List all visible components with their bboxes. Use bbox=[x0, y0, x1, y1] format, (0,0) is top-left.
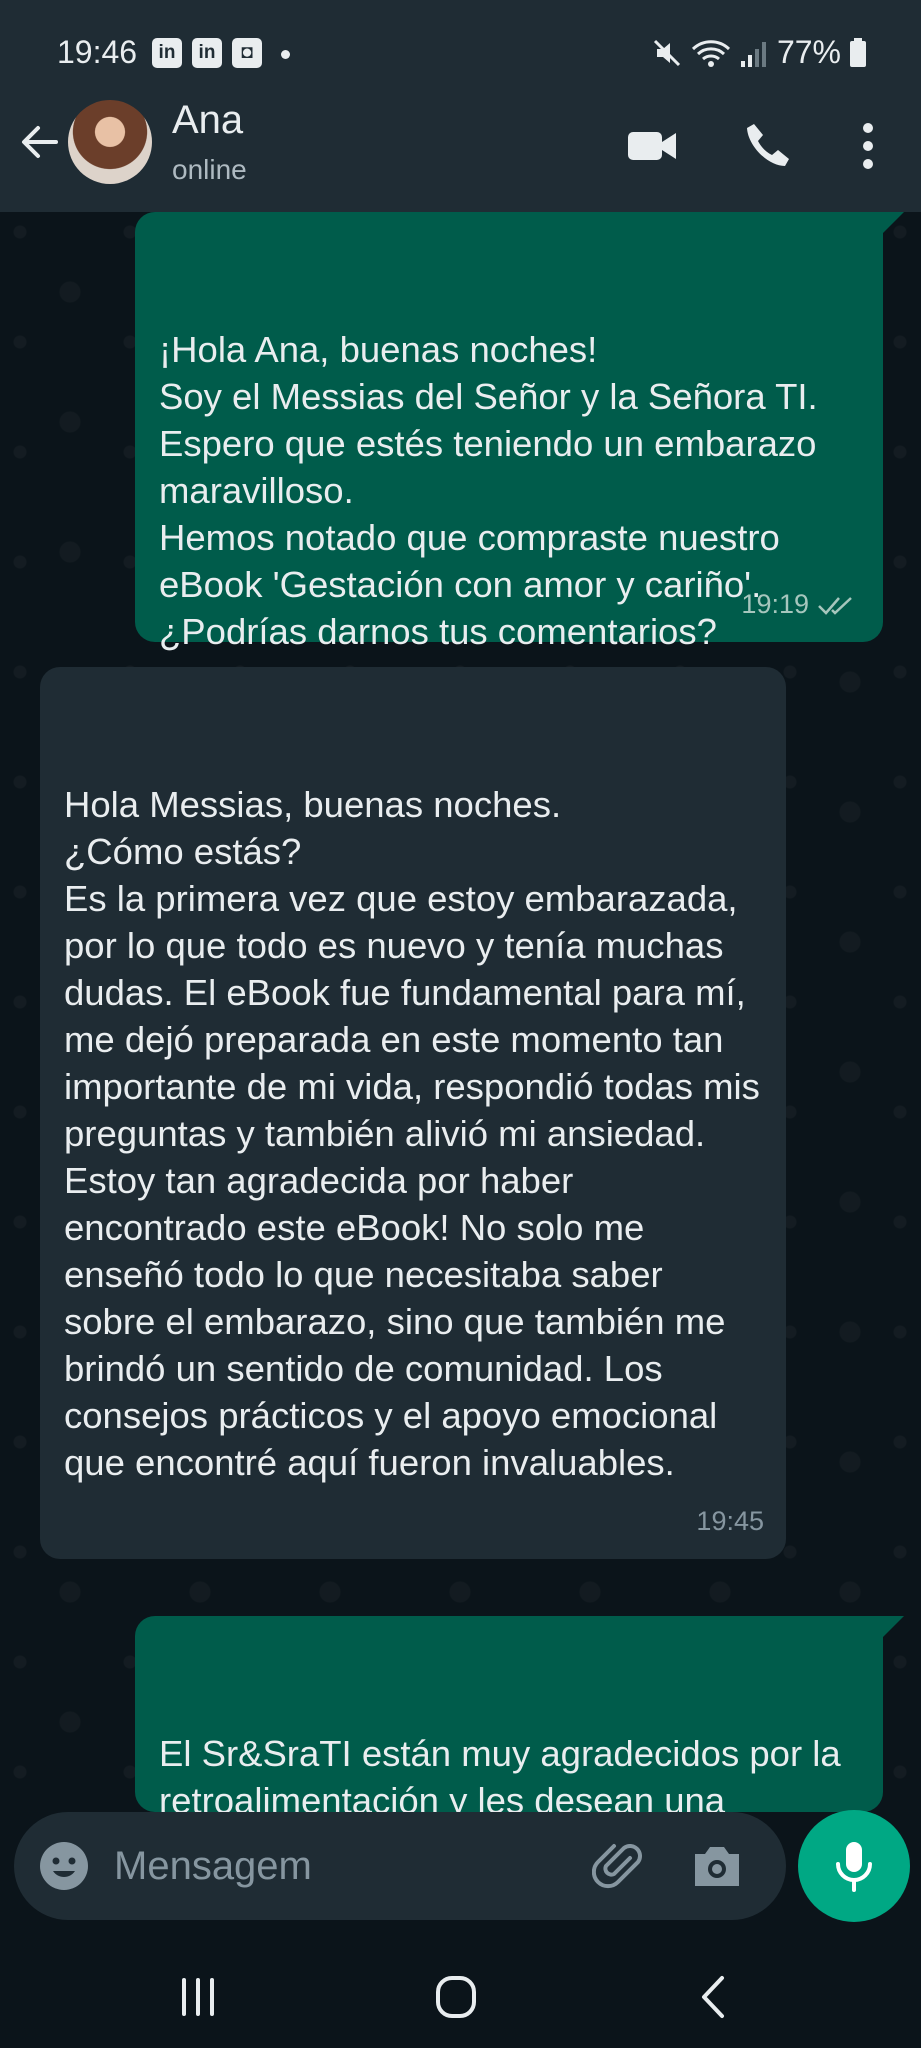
message-time: 19:19 bbox=[741, 589, 809, 619]
bubble-tail bbox=[882, 212, 904, 234]
status-right: 77% bbox=[651, 34, 867, 71]
voice-call-icon[interactable] bbox=[740, 118, 796, 174]
mute-icon bbox=[653, 39, 681, 66]
back-arrow-icon[interactable] bbox=[16, 118, 64, 166]
camera-icon[interactable] bbox=[690, 1840, 744, 1892]
battery-level: 77% bbox=[776, 34, 841, 70]
home-icon[interactable] bbox=[426, 1972, 486, 2022]
more-options-icon[interactable] bbox=[840, 118, 896, 174]
contact-name[interactable]: Ana bbox=[172, 98, 243, 143]
chat-header: Ana online bbox=[0, 98, 921, 212]
composer-bar bbox=[14, 1812, 786, 1920]
battery-icon bbox=[850, 37, 866, 67]
message-outgoing[interactable]: ¡Hola Ana, buenas noches! Soy el Messias… bbox=[135, 212, 883, 652]
message-meta: 19:45 bbox=[696, 1498, 764, 1545]
wifi-icon bbox=[691, 39, 730, 67]
avatar[interactable] bbox=[68, 100, 152, 184]
bubble-tail bbox=[882, 1616, 904, 1638]
linkedin-icon: in bbox=[192, 38, 222, 68]
app-notification-icon: ◘ bbox=[232, 38, 262, 68]
message-outgoing[interactable]: El Sr&SraTI están muy agradecidos por la… bbox=[135, 1616, 883, 1868]
more-notifications-dot bbox=[281, 50, 290, 59]
video-call-icon[interactable] bbox=[624, 118, 680, 174]
emoji-icon[interactable] bbox=[38, 1840, 90, 1892]
status-time: 19:46 bbox=[57, 34, 138, 70]
chat-messages[interactable]: ¡Hola Ana, buenas noches! Soy el Messias… bbox=[0, 212, 921, 1868]
back-nav-icon[interactable] bbox=[684, 1972, 744, 2022]
message-text: Hola Messias, buenas noches. ¿Cómo estás… bbox=[64, 784, 760, 1483]
contact-status: online bbox=[172, 154, 247, 185]
microphone-icon bbox=[836, 1842, 872, 1892]
message-time: 19:45 bbox=[696, 1506, 764, 1536]
system-nav-bar bbox=[0, 1944, 921, 2048]
attach-icon[interactable] bbox=[592, 1838, 648, 1894]
message-meta: 19:19 bbox=[741, 581, 861, 628]
read-ticks-icon bbox=[818, 596, 852, 615]
signal-icon bbox=[740, 41, 766, 67]
voice-message-button[interactable] bbox=[798, 1810, 910, 1922]
linkedin-icon: in bbox=[152, 38, 182, 68]
message-incoming[interactable]: Hola Messias, buenas noches. ¿Cómo estás… bbox=[40, 667, 786, 1559]
recent-apps-icon[interactable] bbox=[168, 1972, 228, 2022]
message-input[interactable] bbox=[114, 1832, 474, 1900]
status-bar: 19:46 in in ◘ 77% bbox=[0, 0, 921, 104]
